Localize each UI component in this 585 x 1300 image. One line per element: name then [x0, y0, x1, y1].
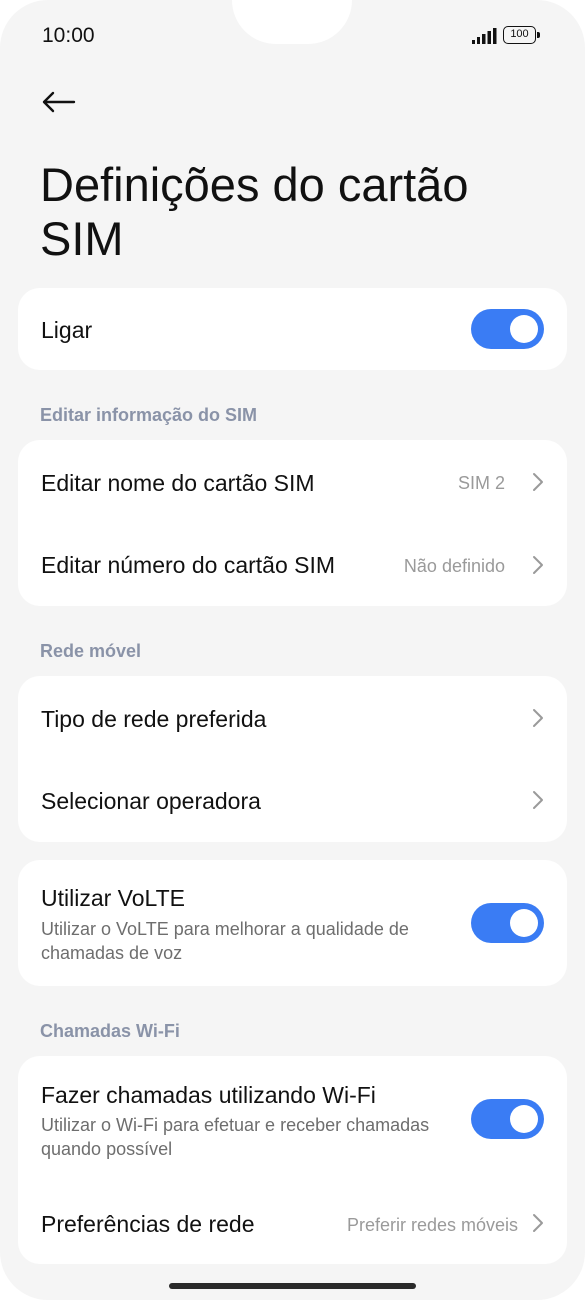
volte-toggle[interactable] — [471, 903, 544, 943]
sim-power-row[interactable]: Ligar — [18, 288, 567, 370]
sim-name-value: SIM 2 — [457, 473, 505, 493]
sim-info-card: Editar nome do cartão SIM SIM 2 Editar n… — [18, 440, 567, 606]
volte-description: Utilizar o VoLTE para melhorar a qualida… — [41, 919, 409, 963]
edit-sim-name-row[interactable]: Editar nome do cartão SIM SIM 2 — [18, 440, 567, 523]
sim-power-label: Ligar — [41, 317, 93, 343]
toggle-knob — [510, 315, 538, 343]
battery-icon: 100 — [503, 26, 540, 44]
network-preferences-label: Preferências de rede — [41, 1211, 255, 1237]
signal-icon — [472, 28, 497, 44]
sim-number-value: Não definido — [403, 556, 505, 576]
wifi-calling-row[interactable]: Fazer chamadas utilizando Wi-Fi Utilizar… — [18, 1056, 567, 1184]
select-operator-label: Selecionar operadora — [41, 788, 261, 814]
page-title: Definições do cartão SIM — [40, 158, 469, 265]
sim-power-card: Ligar — [18, 288, 567, 370]
volte-row[interactable]: Utilizar VoLTE Utilizar o VoLTE para mel… — [18, 860, 567, 986]
volte-card: Utilizar VoLTE Utilizar o VoLTE para mel… — [18, 860, 567, 986]
section-header-wifi-calling: Chamadas Wi-Fi — [40, 1021, 180, 1041]
select-operator-row[interactable]: Selecionar operadora — [18, 759, 567, 842]
back-button[interactable] — [34, 80, 82, 124]
arrow-left-icon — [42, 91, 76, 113]
sim-power-toggle[interactable] — [471, 309, 544, 349]
wifi-calling-label: Fazer chamadas utilizando Wi-Fi — [41, 1082, 376, 1108]
wifi-calling-card: Fazer chamadas utilizando Wi-Fi Utilizar… — [18, 1056, 567, 1264]
mobile-network-card: Tipo de rede preferida Selecionar operad… — [18, 676, 567, 842]
chevron-right-icon — [533, 556, 543, 574]
section-header-mobile-network: Rede móvel — [40, 641, 142, 661]
battery-level: 100 — [510, 28, 529, 40]
section-header-sim-info: Editar informação do SIM — [40, 405, 258, 425]
preferred-network-type-row[interactable]: Tipo de rede preferida — [18, 676, 567, 759]
preferred-network-type-label: Tipo de rede preferida — [41, 706, 267, 732]
toggle-knob — [510, 1105, 538, 1133]
status-time: 10:00 — [42, 24, 95, 47]
home-indicator[interactable] — [169, 1283, 416, 1289]
network-preferences-value: Preferir redes móveis — [346, 1215, 518, 1235]
wifi-calling-toggle[interactable] — [471, 1099, 544, 1139]
edit-sim-number-row[interactable]: Editar número do cartão SIM Não definido — [18, 523, 567, 606]
chevron-right-icon — [533, 473, 543, 491]
volte-label: Utilizar VoLTE — [41, 885, 186, 911]
status-bar: 10:00 100 — [0, 0, 585, 76]
chevron-right-icon — [533, 709, 543, 727]
network-preferences-row[interactable]: Preferências de rede Preferir redes móve… — [18, 1184, 567, 1264]
chevron-right-icon — [533, 791, 543, 809]
wifi-calling-description: Utilizar o Wi-Fi para efetuar e receber … — [41, 1115, 430, 1159]
edit-sim-number-label: Editar número do cartão SIM — [41, 552, 336, 578]
phone-screen: 10:00 100 Definições do cartão SIM Ligar… — [0, 0, 585, 1300]
chevron-right-icon — [533, 1214, 543, 1232]
edit-sim-name-label: Editar nome do cartão SIM — [41, 470, 315, 496]
toggle-knob — [510, 909, 538, 937]
